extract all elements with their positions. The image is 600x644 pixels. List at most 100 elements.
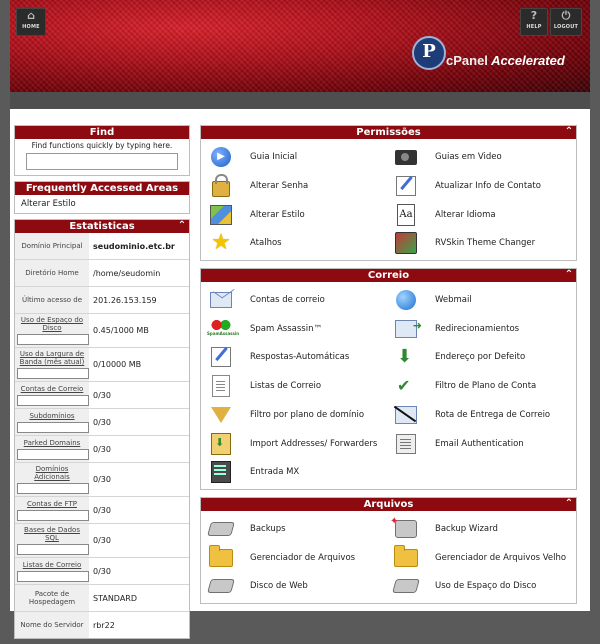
arquivos-item-label[interactable]: Gerenciador de Arquivos <box>250 553 355 563</box>
mailing-list-icon[interactable] <box>209 375 233 398</box>
collapse-icon[interactable]: ⌃ <box>564 498 574 509</box>
correio-item[interactable]: Rota de Entrega de Correio <box>394 401 579 430</box>
envelope-icon[interactable] <box>209 289 233 311</box>
permissoes-item-label[interactable]: Atualizar Info de Contato <box>435 181 541 191</box>
correio-item-label[interactable]: Listas de Correio <box>250 381 321 391</box>
video-camera-icon[interactable] <box>394 146 418 168</box>
arquivos-item[interactable]: Uso de Espaço do Disco <box>392 572 579 601</box>
permissoes-item-label[interactable]: Atalhos <box>250 238 282 248</box>
help-button[interactable]: ? HELP <box>520 8 548 36</box>
stat-label[interactable]: Parked Domains <box>17 439 87 447</box>
language-icon[interactable]: Aa <box>394 203 418 226</box>
arquivos-item[interactable]: Gerenciador de Arquivos <box>209 543 394 572</box>
stat-label[interactable]: Domínios Adicionais <box>17 465 87 481</box>
permissoes-item[interactable]: Guias em Video <box>394 143 579 172</box>
correio-item-label[interactable]: Endereço por Defeito <box>435 352 525 362</box>
arquivos-item-label[interactable]: Disco de Web <box>250 581 308 591</box>
permissoes-item-label[interactable]: Alterar Senha <box>250 181 308 191</box>
logout-button[interactable]: ⏻ LOGOUT <box>550 8 582 36</box>
arquivos-item-label[interactable]: Gerenciador de Arquivos Velho <box>435 553 566 563</box>
correio-item-label[interactable]: Redirecionamientos <box>435 324 519 334</box>
mail-forward-icon[interactable] <box>394 315 422 340</box>
arquivos-item[interactable]: Disco de Web <box>207 572 394 601</box>
permissoes-item[interactable]: RVSkin Theme Changer <box>394 229 579 258</box>
lock-password-icon[interactable] <box>209 173 233 197</box>
backup-wizard-icon[interactable] <box>390 511 418 540</box>
permissoes-item[interactable]: ▶ Guia Inicial <box>209 143 394 172</box>
stat-label[interactable]: Listas de Correio <box>17 561 87 569</box>
correio-item[interactable]: Contas de correio <box>209 286 394 315</box>
permissoes-item[interactable]: Atualizar Info de Contato <box>394 172 579 201</box>
correio-item-label[interactable]: Rota de Entrega de Correio <box>435 410 550 420</box>
correio-item[interactable]: Import Addresses/ Forwarders <box>209 429 394 458</box>
correio-item-label[interactable]: Entrada MX <box>250 467 299 477</box>
collapse-icon[interactable]: ⌃ <box>564 269 574 280</box>
stat-label[interactable]: Subdomínios <box>17 412 87 420</box>
stat-label[interactable]: Uso da Largura de Banda (mês atual) <box>17 350 87 366</box>
stat-label[interactable]: Uso de Espaço do Disco <box>17 316 87 332</box>
correio-item-label[interactable]: Email Authentication <box>435 439 524 449</box>
collapse-icon[interactable]: ⌃ <box>564 127 574 137</box>
arquivos-item[interactable]: Backups <box>207 515 394 544</box>
folder-icon[interactable] <box>209 544 233 569</box>
import-icon[interactable] <box>209 432 233 455</box>
arquivos-item-label[interactable]: Uso de Espaço do Disco <box>435 581 536 591</box>
domain-filter-icon[interactable] <box>209 404 233 426</box>
permissoes-item-label[interactable]: Guia Inicial <box>250 152 297 162</box>
permissoes-item[interactable]: ★ Atalhos <box>209 229 394 258</box>
contact-edit-icon[interactable] <box>394 175 418 197</box>
email-auth-icon[interactable] <box>394 433 418 455</box>
default-address-icon[interactable]: ⬇ <box>394 346 418 368</box>
disk-usage-icon[interactable] <box>392 575 420 597</box>
stat-label[interactable]: Bases de Dados SQL <box>17 526 87 542</box>
permissoes-item[interactable]: Alterar Senha <box>209 172 394 201</box>
permissoes-item[interactable]: Aa Alterar Idioma <box>394 200 579 229</box>
account-filter-icon[interactable]: ✔ <box>394 375 418 397</box>
arquivos-item[interactable]: Backup Wizard <box>390 511 579 544</box>
permissoes-item-label[interactable]: RVSkin Theme Changer <box>435 238 535 248</box>
mx-server-icon[interactable] <box>209 461 233 484</box>
mail-route-icon[interactable] <box>394 404 418 426</box>
correio-item[interactable]: ✔ Filtro de Plano de Conta <box>394 372 579 401</box>
frequent-item[interactable]: Alterar Estilo <box>15 195 189 213</box>
correio-item[interactable]: Redirecionamientos <box>394 314 579 343</box>
find-input[interactable] <box>26 153 178 170</box>
permissoes-item[interactable]: Alterar Estilo <box>209 200 394 229</box>
correio-item[interactable]: SpamAssassin Spam Assassin™ <box>207 314 394 343</box>
stat-label[interactable]: Contas de FTP <box>17 500 87 508</box>
correio-item[interactable]: Email Authentication <box>394 429 579 458</box>
permissoes-item-label[interactable]: Guias em Video <box>435 152 502 162</box>
correio-item-label[interactable]: Contas de correio <box>250 295 325 305</box>
correio-item[interactable]: Listas de Correio <box>209 372 394 401</box>
correio-item[interactable]: Filtro por plano de domínio <box>209 401 394 430</box>
autoresponder-icon[interactable] <box>209 346 233 368</box>
home-button[interactable]: ⌂ HOME <box>16 8 46 36</box>
backup-drive-icon[interactable] <box>207 518 235 540</box>
arquivos-item-label[interactable]: Backup Wizard <box>435 524 498 534</box>
arquivos-item[interactable]: Gerenciador de Arquivos Velho <box>394 543 579 572</box>
correio-item[interactable]: Respostas-Automáticas <box>209 343 394 372</box>
collapse-icon[interactable]: ⌃ <box>177 221 187 231</box>
correio-item[interactable]: Entrada MX <box>209 458 394 487</box>
globe-mail-icon[interactable] <box>394 289 418 311</box>
permissoes-item-label[interactable]: Alterar Estilo <box>250 210 305 220</box>
spam-assassin-icon[interactable]: SpamAssassin <box>207 318 239 340</box>
web-disk-icon[interactable] <box>207 575 235 597</box>
correio-item-label[interactable]: Filtro de Plano de Conta <box>435 381 536 391</box>
correio-item[interactable]: Webmail <box>394 286 579 315</box>
play-circle-icon[interactable]: ▶ <box>209 146 233 168</box>
style-palette-icon[interactable] <box>209 204 233 226</box>
stats-table: Domínio Principal seudominio.etc.br Diretó… <box>15 233 189 638</box>
correio-item-label[interactable]: Respostas-Automáticas <box>250 352 349 362</box>
arquivos-item-label[interactable]: Backups <box>250 524 286 534</box>
correio-item-label[interactable]: Webmail <box>435 295 472 305</box>
theme-changer-icon[interactable] <box>394 232 418 255</box>
stat-label[interactable]: Contas de Correio <box>17 385 87 393</box>
star-shortcut-icon[interactable]: ★ <box>209 232 233 254</box>
correio-item-label[interactable]: Import Addresses/ Forwarders <box>250 439 377 449</box>
permissoes-item-label[interactable]: Alterar Idioma <box>435 210 496 220</box>
correio-item-label[interactable]: Filtro por plano de domínio <box>250 410 364 420</box>
correio-item-label[interactable]: Spam Assassin™ <box>250 324 322 334</box>
folder-old-icon[interactable] <box>394 544 418 569</box>
correio-item[interactable]: ⬇ Endereço por Defeito <box>394 343 579 372</box>
